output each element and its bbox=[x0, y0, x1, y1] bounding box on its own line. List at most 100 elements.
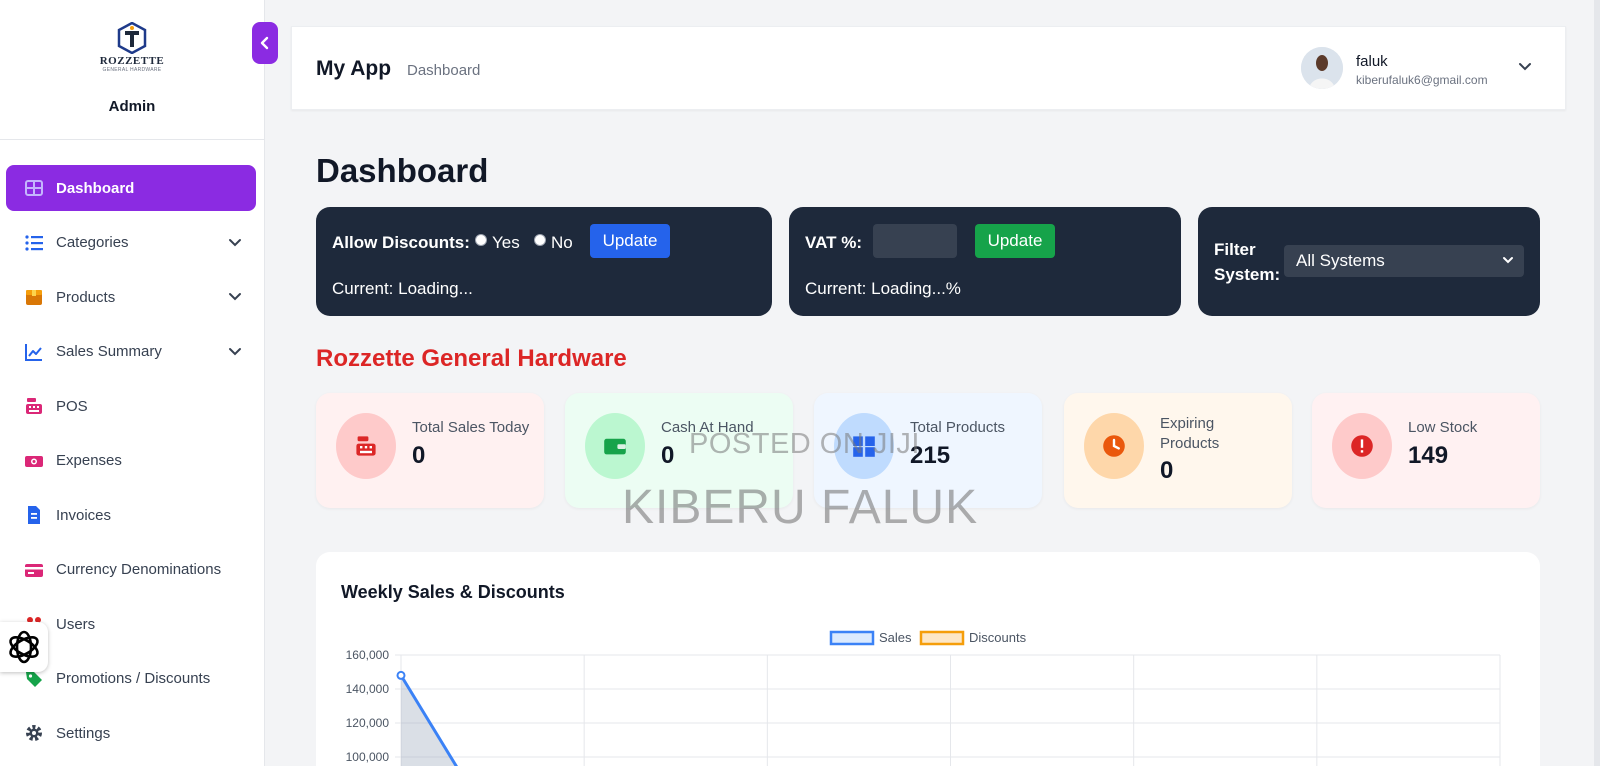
avatar[interactable] bbox=[1301, 47, 1343, 89]
legend-swatch-discounts bbox=[919, 630, 965, 646]
sidebar-item-label: Promotions / Discounts bbox=[56, 670, 211, 687]
filter-selected-value: All Systems bbox=[1296, 251, 1385, 270]
discount-yes-label[interactable]: Yes bbox=[492, 233, 520, 253]
sidebar-item-pos[interactable]: POS bbox=[6, 383, 256, 429]
sidebar-item-sales-summary[interactable]: Sales Summary bbox=[6, 329, 256, 375]
discount-no-radio[interactable] bbox=[534, 234, 546, 246]
collapse-sidebar-button[interactable] bbox=[252, 22, 278, 64]
money-icon bbox=[25, 455, 43, 467]
wallet-icon bbox=[604, 438, 626, 455]
brand: ROZZETTE GENERAL HARDWARE Admin bbox=[0, 0, 264, 140]
sales-data-point bbox=[396, 670, 406, 680]
breadcrumb: Dashboard bbox=[407, 62, 481, 79]
weekly-sales-chart: Sales Discounts 160,000 140,000 120,000 100,0… bbox=[346, 630, 1501, 766]
chart-line-icon bbox=[23, 341, 45, 363]
list-icon bbox=[25, 234, 43, 251]
logo-subtext: GENERAL HARDWARE bbox=[102, 67, 162, 73]
chevron-down-icon bbox=[228, 344, 242, 361]
legend-swatch-sales bbox=[829, 630, 875, 646]
clock-icon bbox=[1103, 435, 1125, 457]
y-tick-label: 100,000 bbox=[346, 750, 390, 764]
discount-label: Allow Discounts: bbox=[332, 233, 470, 252]
invoice-icon bbox=[28, 506, 40, 524]
page-scrollbar[interactable] bbox=[1594, 0, 1600, 766]
cash-register-icon bbox=[26, 398, 42, 414]
list-icon bbox=[23, 232, 45, 254]
stat-value: 0 bbox=[661, 442, 675, 469]
money-icon bbox=[23, 450, 45, 472]
user-menu-toggle[interactable] bbox=[1518, 59, 1532, 77]
stat-icon-badge bbox=[1332, 413, 1392, 479]
user-email: kiberufaluk6@gmail.com bbox=[1356, 73, 1488, 87]
openai-knot-icon bbox=[9, 630, 39, 664]
dashboard-icon bbox=[23, 177, 45, 199]
y-tick-label: 120,000 bbox=[346, 716, 390, 730]
sidebar-item-invoices[interactable]: Invoices bbox=[6, 492, 256, 538]
sidebar-item-label: Invoices bbox=[56, 506, 112, 524]
brand-role: Admin bbox=[108, 98, 156, 115]
assistant-button[interactable] bbox=[0, 622, 48, 672]
stat-card-total-sales-today[interactable]: Total Sales Today 0 bbox=[316, 393, 544, 508]
box-icon bbox=[23, 286, 45, 308]
sidebar-item-settings[interactable]: Settings bbox=[6, 710, 256, 756]
sidebar-item-categories[interactable]: Categories bbox=[6, 220, 256, 266]
stat-icon-badge bbox=[336, 413, 396, 479]
exclamation-icon bbox=[1351, 435, 1373, 457]
card-icon bbox=[25, 563, 43, 577]
stat-label-line1: Expiring bbox=[1160, 415, 1215, 432]
stat-card-expiring-products[interactable]: Expiring Products 0 bbox=[1064, 393, 1292, 508]
stat-value: 149 bbox=[1408, 442, 1449, 469]
gear-icon bbox=[26, 725, 42, 741]
invoice-icon bbox=[23, 504, 45, 526]
sidebar-item-currency-denominations[interactable]: Currency Denominations bbox=[6, 547, 256, 593]
y-tick-label: 140,000 bbox=[346, 682, 390, 696]
stat-value: 0 bbox=[412, 442, 426, 469]
card-icon bbox=[23, 559, 45, 581]
stat-icon-badge bbox=[585, 413, 645, 479]
sidebar-item-dashboard[interactable]: Dashboard bbox=[6, 165, 256, 211]
vat-update-button[interactable]: Update bbox=[975, 224, 1055, 258]
vat-label: VAT %: bbox=[805, 233, 862, 252]
filter-label-line2: System: bbox=[1214, 265, 1281, 284]
weekly-sales-chart-card: Weekly Sales & Discounts Sales Discounts 1… bbox=[316, 552, 1540, 766]
chart-line-icon bbox=[25, 343, 42, 361]
sidebar-item-label: Sales Summary bbox=[56, 343, 162, 360]
vat-current-status: Current: Loading...% bbox=[805, 279, 961, 298]
y-tick-label: 160,000 bbox=[346, 648, 390, 662]
vat-input[interactable] bbox=[873, 224, 957, 258]
sidebar-item-products[interactable]: Products bbox=[6, 274, 256, 320]
dashboard-icon bbox=[25, 180, 43, 196]
chevron-left-icon bbox=[260, 36, 269, 50]
sidebar-item-label: Currency Denominations bbox=[56, 561, 222, 578]
top-header: My App Dashboard faluk kiberufaluk6@gmai… bbox=[291, 26, 1566, 110]
stat-label: Total Sales Today bbox=[412, 419, 530, 436]
stat-card-low-stock[interactable]: Low Stock 149 bbox=[1312, 393, 1540, 508]
logo-emblem-icon bbox=[117, 22, 147, 54]
filter-system-select[interactable]: All Systems bbox=[1284, 245, 1524, 277]
company-logo[interactable]: ROZZETTE GENERAL HARDWARE bbox=[92, 22, 172, 86]
chevron-down-icon bbox=[228, 289, 242, 306]
chevron-down-icon bbox=[1503, 257, 1513, 264]
stat-label-line2: Products bbox=[1160, 435, 1220, 452]
discount-update-button[interactable]: Update bbox=[590, 224, 670, 258]
stat-value: 0 bbox=[1160, 457, 1174, 484]
discount-yes-radio[interactable] bbox=[475, 234, 487, 246]
chevron-down-icon bbox=[228, 235, 242, 252]
app-name[interactable]: My App bbox=[316, 57, 391, 81]
cash-register-icon bbox=[356, 436, 376, 456]
gear-icon bbox=[23, 722, 45, 744]
page-title: Dashboard bbox=[316, 152, 489, 189]
stat-icon-badge bbox=[1084, 413, 1144, 479]
stat-label: Low Stock bbox=[1408, 419, 1478, 436]
user-name[interactable]: faluk bbox=[1356, 53, 1388, 70]
discount-current-status: Current: Loading... bbox=[332, 279, 473, 298]
sidebar-item-expenses[interactable]: Expenses bbox=[6, 438, 256, 484]
cash-register-icon bbox=[23, 395, 45, 417]
chevron-down-icon bbox=[1519, 63, 1531, 71]
user-photo-icon bbox=[1301, 47, 1343, 89]
discount-no-label[interactable]: No bbox=[551, 233, 573, 253]
watermark-line2: KIBERU FALUK bbox=[622, 481, 979, 534]
box-icon bbox=[26, 290, 42, 305]
sidebar-item-label: Users bbox=[56, 615, 96, 633]
vat-settings-card: VAT %: Update Current: Loading...% bbox=[789, 207, 1181, 316]
